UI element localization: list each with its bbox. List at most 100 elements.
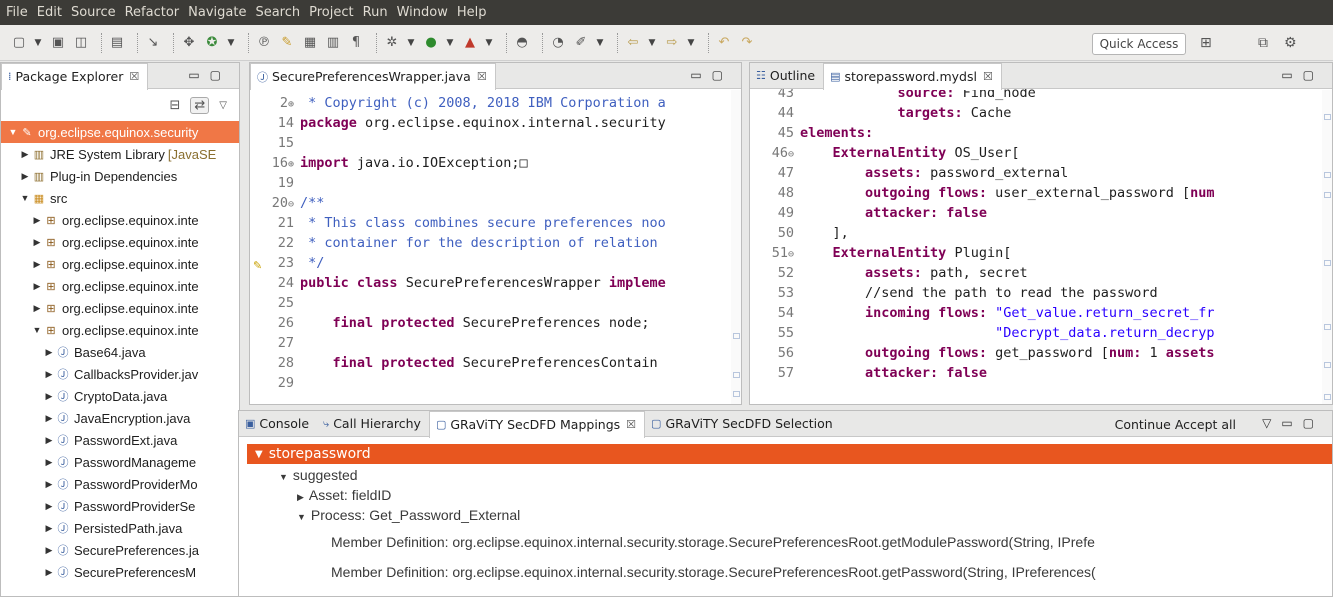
minimize-maximize-icon[interactable]: ▭▢: [188, 68, 231, 82]
chevron-right-icon[interactable]: ▶: [31, 281, 43, 292]
member-definition-row[interactable]: Member Definition: org.eclipse.equinox.i…: [331, 564, 1096, 580]
tab-console[interactable]: ▣ Console: [239, 411, 317, 437]
tree-item[interactable]: ▶ ⊞ org.eclipse.equinox.inte: [1, 275, 239, 297]
chevron-right-icon[interactable]: ▶: [43, 501, 55, 512]
tree-item[interactable]: ▶ ⊞ org.eclipse.equinox.inte: [1, 209, 239, 231]
gear-run-icon[interactable]: ✪: [203, 34, 221, 52]
asset-node[interactable]: ▶ Asset: fieldID: [297, 487, 391, 503]
close-icon[interactable]: ☒: [477, 70, 487, 83]
chevron-right-icon[interactable]: ▶: [43, 567, 55, 578]
pilcrow-icon[interactable]: ¶: [347, 34, 365, 52]
tree-item[interactable]: ▶ Ⓙ PasswordManageme: [1, 451, 239, 473]
tree-item[interactable]: ▶ Ⓙ PasswordExt.java: [1, 429, 239, 451]
tab-call-hierarchy[interactable]: ⤷ Call Hierarchy: [317, 411, 429, 437]
link-with-editor-icon[interactable]: ⇄: [190, 96, 210, 114]
chevron-down-icon[interactable]: ▼: [647, 34, 657, 52]
tab-gravity-secdfd-selection[interactable]: ▢ GRaViTY SecDFD Selection: [645, 411, 841, 437]
page-icon[interactable]: ▥: [324, 34, 342, 52]
plugin-icon[interactable]: ✥: [180, 34, 198, 52]
tree-item[interactable]: ▶ Ⓙ PersistedPath.java: [1, 517, 239, 539]
chevron-down-icon[interactable]: ▼: [226, 34, 236, 52]
chevron-right-icon[interactable]: ▶: [43, 391, 55, 402]
menu-item-file[interactable]: File: [6, 5, 28, 20]
tab-package-explorer[interactable]: ⁞ Package Explorer ☒: [1, 63, 149, 90]
debug-icon[interactable]: ✲: [383, 34, 401, 52]
accept-all-button[interactable]: Accept all: [1175, 417, 1236, 432]
debug-perspective-icon[interactable]: ⚙: [1284, 35, 1297, 51]
chevron-right-icon[interactable]: ▶: [43, 413, 55, 424]
tree-item[interactable]: ▶ Ⓙ Base64.java: [1, 341, 239, 363]
chevron-right-icon[interactable]: ▶: [43, 435, 55, 446]
pencil-icon[interactable]: ✎: [278, 34, 296, 52]
menu-item-source[interactable]: Source: [71, 5, 116, 20]
java-code[interactable]: 2⊕ * Copyright (c) 2008, 2018 IBM Corpor…: [250, 89, 741, 393]
chevron-right-icon[interactable]: ▶: [31, 259, 43, 270]
tree-item[interactable]: ▶ ⊞ org.eclipse.equinox.inte: [1, 297, 239, 319]
page-icon[interactable]: ▦: [301, 34, 319, 52]
chevron-right-icon[interactable]: ▶: [43, 369, 55, 380]
process-node[interactable]: ▼ Process: Get_Password_External: [297, 507, 520, 523]
tree-item[interactable]: ▶ Ⓙ CallbacksProvider.jav: [1, 363, 239, 385]
view-menu-icon[interactable]: ▽: [219, 100, 227, 111]
tree-item[interactable]: ▶ ⊞ org.eclipse.equinox.inte: [1, 231, 239, 253]
chevron-right-icon[interactable]: ▶: [19, 149, 31, 160]
tree-item[interactable]: ▼ ⊞ org.eclipse.equinox.inte: [1, 319, 239, 341]
tree-item[interactable]: ▶ Ⓙ JavaEncryption.java: [1, 407, 239, 429]
view-menu-icon[interactable]: ▽▭▢: [1262, 416, 1324, 430]
chevron-down-icon[interactable]: ▼: [445, 34, 455, 52]
open-perspective-icon[interactable]: ⊞: [1200, 35, 1212, 51]
chevron-right-icon[interactable]: ▶: [43, 479, 55, 490]
external-tools-icon[interactable]: ▲: [461, 34, 479, 52]
pin-icon[interactable]: ↘: [144, 34, 162, 52]
save-icon[interactable]: ▣: [49, 34, 67, 52]
chevron-down-icon[interactable]: ▼: [33, 34, 43, 52]
tree-item[interactable]: ▶ ⊞ org.eclipse.equinox.inte: [1, 253, 239, 275]
menu-item-help[interactable]: Help: [457, 5, 487, 20]
chevron-right-icon[interactable]: ▶: [19, 171, 31, 182]
tree-item[interactable]: ▶ Ⓙ PasswordProviderSe: [1, 495, 239, 517]
tab-secure-preferences-wrapper[interactable]: Ⓙ SecurePreferencesWrapper.java ☒: [250, 63, 496, 90]
chevron-down-icon[interactable]: ▼: [595, 34, 605, 52]
menu-item-navigate[interactable]: Navigate: [188, 5, 246, 20]
tree-item[interactable]: ▶ ▥ JRE System Library [JavaSE: [1, 143, 239, 165]
chevron-right-icon[interactable]: ▶: [31, 303, 43, 314]
chevron-down-icon[interactable]: ▼: [19, 193, 31, 203]
tree-item[interactable]: ▶ Ⓙ SecurePreferencesM: [1, 561, 239, 583]
chevron-down-icon[interactable]: ▼: [406, 34, 416, 52]
mapping-root[interactable]: ▼ storepassword: [247, 444, 1332, 464]
tree-item[interactable]: ▼ ▦ src: [1, 187, 239, 209]
terminal-icon[interactable]: ▤: [108, 34, 126, 52]
search-icon[interactable]: ◔: [549, 34, 567, 52]
chevron-right-icon[interactable]: ▶: [31, 237, 43, 248]
format-icon[interactable]: ℗: [255, 34, 273, 52]
back-icon[interactable]: ⇦: [624, 34, 642, 52]
tree-item[interactable]: ▼ ✎ org.eclipse.equinox.security: [1, 121, 239, 143]
last-edit-icon[interactable]: ↶: [715, 34, 733, 52]
suggested-node[interactable]: ▼ suggested: [279, 467, 358, 483]
dsl-code[interactable]: 43 source: Find_node 44 targets: Cache 45 e…: [750, 83, 1332, 383]
new-icon[interactable]: ▢: [10, 34, 28, 52]
tab-gravity-secdfd-mappings[interactable]: ▢ GRaViTY SecDFD Mappings ☒: [428, 411, 646, 438]
chevron-down-icon[interactable]: ▼: [31, 325, 43, 335]
menu-item-search[interactable]: Search: [255, 5, 300, 20]
save-all-icon[interactable]: ◫: [72, 34, 90, 52]
continue-button[interactable]: Continue: [1115, 417, 1171, 432]
member-definition-row[interactable]: Member Definition: org.eclipse.equinox.i…: [331, 534, 1095, 550]
chevron-right-icon[interactable]: ▶: [43, 457, 55, 468]
tree-item[interactable]: ▶ Ⓙ PasswordProviderMo: [1, 473, 239, 495]
collapse-all-icon[interactable]: ⊟: [169, 98, 180, 113]
menu-item-refactor[interactable]: Refactor: [125, 5, 180, 20]
annotation-icon[interactable]: ✐: [572, 34, 590, 52]
chevron-right-icon[interactable]: ▶: [43, 347, 55, 358]
quick-access-input[interactable]: Quick Access: [1092, 33, 1186, 55]
tree-item[interactable]: ▶ Ⓙ CryptoData.java: [1, 385, 239, 407]
chevron-down-icon[interactable]: ▼: [484, 34, 494, 52]
menu-item-edit[interactable]: Edit: [37, 5, 62, 20]
menu-item-run[interactable]: Run: [363, 5, 388, 20]
minimize-maximize-icon[interactable]: ▭▢: [1281, 68, 1324, 82]
forward-icon[interactable]: ⇨: [663, 34, 681, 52]
tab-outline[interactable]: ☷ Outline: [750, 63, 823, 89]
chevron-right-icon[interactable]: ▶: [43, 545, 55, 556]
minimize-maximize-icon[interactable]: ▭▢: [690, 68, 733, 82]
tree-item[interactable]: ▶ Ⓙ SecurePreferences.ja: [1, 539, 239, 561]
